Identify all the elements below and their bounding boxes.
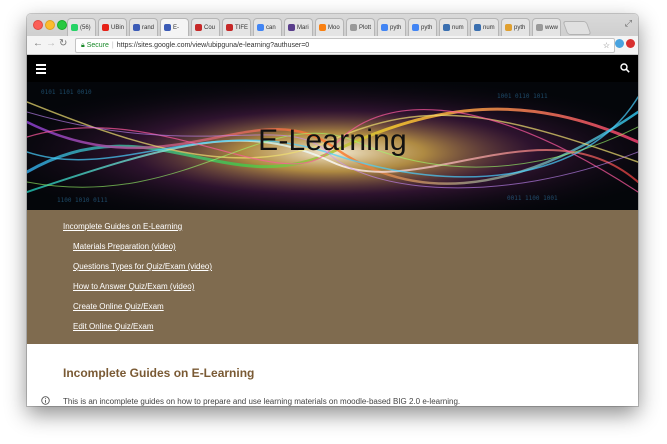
svg-text:1100 1010 0111: 1100 1010 0111	[57, 197, 108, 204]
browser-toolbar: ← → ↻ 🔒︎ Secure | https://sites.google.com/…	[27, 36, 638, 55]
nav-link-parent[interactable]: Incomplete Guides on E-Learning	[63, 222, 182, 231]
tab-label: pyth	[514, 24, 526, 31]
browser-tab[interactable]: num	[470, 18, 499, 36]
tab-label: rand	[142, 24, 155, 31]
tab-label: pyth	[421, 24, 433, 31]
zoom-window-button[interactable]	[57, 20, 67, 30]
page-title: E-Learning	[258, 124, 407, 157]
tab-label: Moo	[328, 24, 340, 31]
tab-label: TIFE	[235, 24, 248, 31]
lock-icon: 🔒︎	[81, 42, 85, 49]
page-navigation: Incomplete Guides on E-Learning Materials…	[27, 210, 638, 344]
browser-tab[interactable]: Moo	[315, 18, 344, 36]
tab-label: UBin	[111, 24, 125, 31]
tab-label: www	[545, 24, 558, 31]
back-button[interactable]: ←	[33, 38, 43, 49]
minimize-window-button[interactable]	[45, 20, 55, 30]
address-separator: |	[111, 42, 114, 49]
google-icon	[257, 24, 264, 31]
main-content: Incomplete Guides on E-Learning This is …	[27, 344, 638, 406]
pt-icon	[350, 24, 357, 31]
nav-link-child[interactable]: Questions Types for Quiz/Exam (video)	[73, 262, 212, 271]
secure-label: Secure	[86, 42, 109, 49]
tab-label: Mari	[297, 24, 309, 31]
browser-tab[interactable]: pyth	[408, 18, 437, 36]
browser-tab[interactable]: pyth	[377, 18, 406, 36]
browser-tab[interactable]: pyth	[501, 18, 530, 36]
sites-icon	[133, 24, 140, 31]
nav-link-child[interactable]: How to Answer Quiz/Exam (video)	[73, 282, 194, 291]
python-icon	[474, 24, 481, 31]
tab-label: num	[452, 24, 464, 31]
pen-icon	[505, 24, 512, 31]
mm-icon	[288, 24, 295, 31]
browser-tab[interactable]: Cou	[191, 18, 220, 36]
info-icon[interactable]	[41, 396, 50, 405]
browser-tab[interactable]: TIFE	[222, 18, 251, 36]
extension-icon[interactable]	[615, 39, 624, 48]
svg-text:0101 1101 0010: 0101 1101 0010	[41, 89, 92, 96]
youtube-icon	[102, 24, 109, 31]
tab-list: (56) UBin rand E- Cou TIFE can Mari Moo Plott pyth…	[67, 18, 592, 36]
moodle-icon	[319, 24, 326, 31]
browser-tab[interactable]: num	[439, 18, 468, 36]
python-icon	[443, 24, 450, 31]
new-tab-button[interactable]	[562, 21, 592, 35]
google-icon	[381, 24, 388, 31]
tab-strip: (56) UBin rand E- Cou TIFE can Mari Moo Plott pyth…	[27, 14, 638, 37]
site-header	[27, 55, 638, 82]
browser-tab[interactable]: Mari	[284, 18, 313, 36]
tab-label: (56)	[80, 24, 91, 31]
sites-icon	[164, 24, 171, 31]
browser-tab[interactable]: can	[253, 18, 282, 36]
svg-text:1001 0110 1011: 1001 0110 1011	[497, 93, 548, 100]
address-bar[interactable]: 🔒︎ Secure | https://sites.google.com/view/u…	[75, 38, 615, 53]
tab-label: num	[483, 24, 495, 31]
document-icon	[536, 24, 543, 31]
browser-tab[interactable]: (56)	[67, 18, 96, 36]
expand-icon[interactable]: ⤢	[625, 18, 632, 29]
tab-label: Cou	[204, 24, 216, 31]
svg-text:0011 1100 1001: 0011 1100 1001	[507, 195, 558, 202]
browser-tab[interactable]: rand	[129, 18, 158, 36]
nav-link-child[interactable]: Edit Online Quiz/Exam	[73, 322, 153, 331]
shield-icon	[195, 24, 202, 31]
forward-button[interactable]: →	[46, 38, 56, 49]
whatsapp-icon	[71, 24, 78, 31]
intro-paragraph: This is an incomplete guides on how to p…	[63, 397, 461, 406]
reload-button[interactable]: ↻	[59, 38, 67, 49]
tab-label: E-	[173, 24, 179, 31]
bookmark-star-icon[interactable]: ☆	[603, 39, 610, 52]
header-banner: 0101 1101 0010 1001 0110 1011 1100 1010 …	[27, 82, 638, 210]
tab-label: Plott	[359, 24, 372, 31]
menu-icon[interactable]	[36, 64, 46, 76]
close-window-button[interactable]	[33, 20, 43, 30]
browser-window: (56) UBin rand E- Cou TIFE can Mari Moo Plott pyth…	[27, 14, 638, 406]
google-icon	[412, 24, 419, 31]
tab-label: pyth	[390, 24, 402, 31]
url-text: https://sites.google.com/view/ubipguna/e…	[116, 42, 310, 49]
browser-tab[interactable]: Plott	[346, 18, 375, 36]
browser-tab[interactable]: www	[532, 18, 561, 36]
tab-label: can	[266, 24, 276, 31]
browser-tab[interactable]: E-	[160, 18, 189, 36]
browser-tab[interactable]: UBin	[98, 18, 127, 36]
section-heading: Incomplete Guides on E-Learning	[63, 366, 255, 380]
opera-extension-icon[interactable]	[626, 39, 635, 48]
shield-icon	[226, 24, 233, 31]
search-icon[interactable]	[620, 63, 630, 73]
nav-link-child[interactable]: Materials Preparation (video)	[73, 242, 176, 251]
nav-link-child[interactable]: Create Online Quiz/Exam	[73, 302, 164, 311]
